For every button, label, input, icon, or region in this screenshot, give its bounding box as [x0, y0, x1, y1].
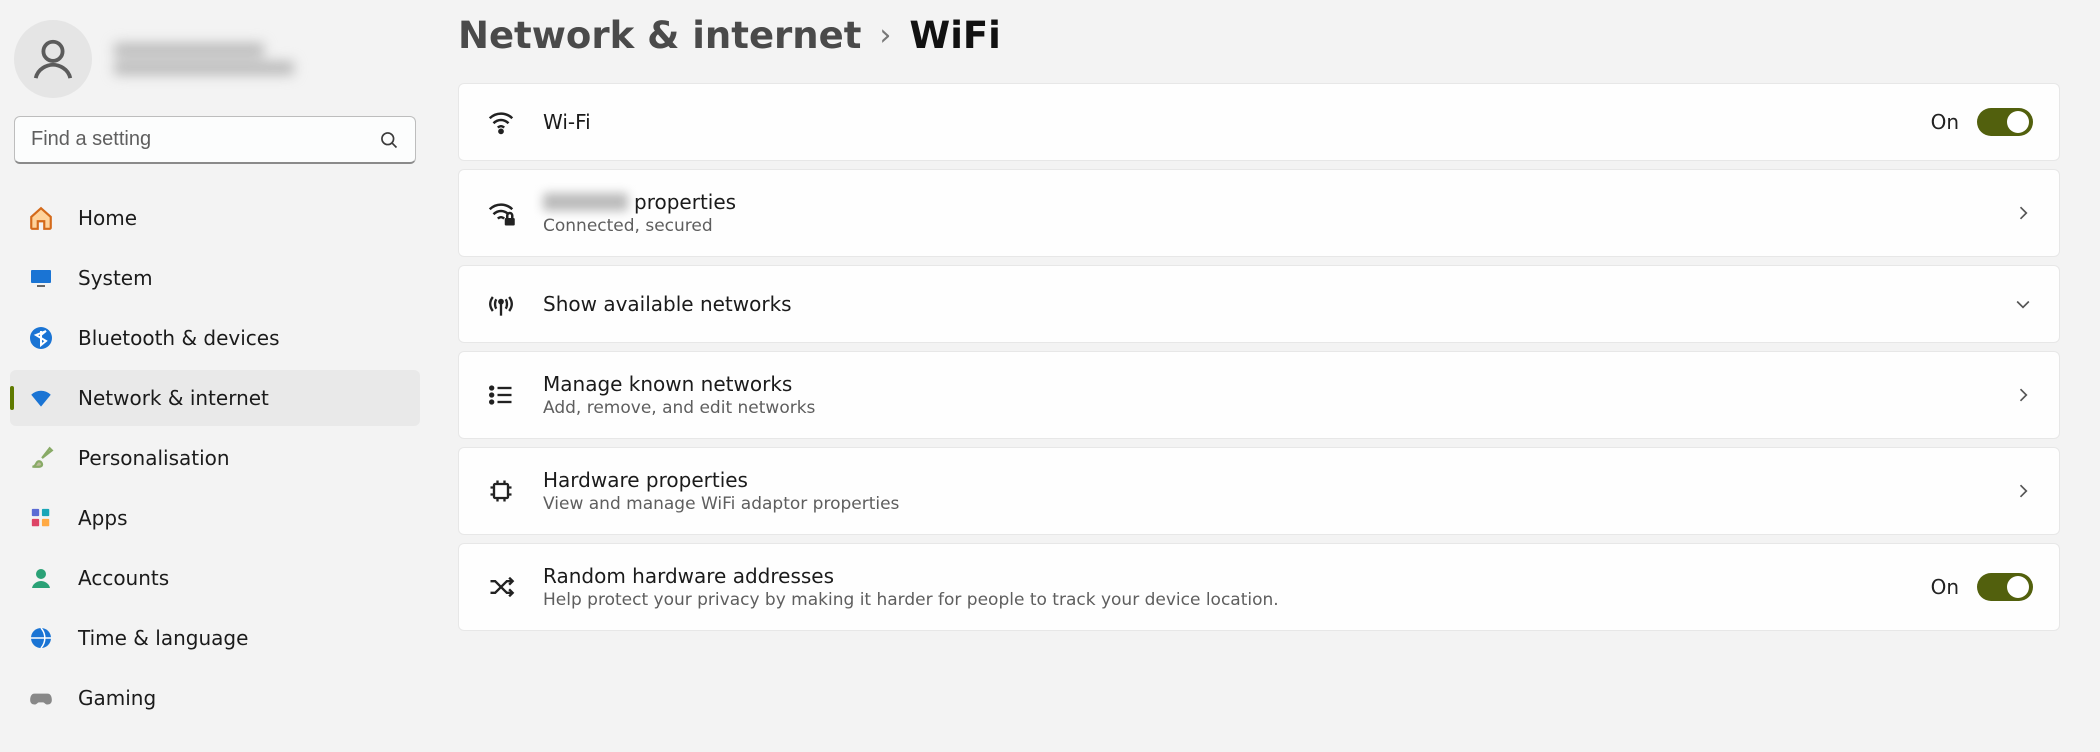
- apps-icon: [28, 505, 54, 531]
- row-hardware-properties[interactable]: Hardware properties View and manage WiFi…: [458, 447, 2060, 535]
- nav-item-network[interactable]: Network & internet: [10, 370, 420, 426]
- row-title: Show available networks: [543, 292, 1987, 316]
- row-subtitle: Help protect your privacy by making it h…: [543, 590, 1905, 610]
- row-subtitle: Connected, secured: [543, 216, 1987, 236]
- nav-item-personalisation[interactable]: Personalisation: [10, 430, 420, 486]
- row-subtitle: View and manage WiFi adaptor properties: [543, 494, 1987, 514]
- chevron-right-icon: [2013, 481, 2033, 501]
- row-wifi-toggle[interactable]: Wi-Fi On: [458, 83, 2060, 161]
- monitor-icon: [28, 265, 54, 291]
- row-title: Random hardware addresses: [543, 564, 1905, 588]
- random-hw-toggle[interactable]: [1977, 573, 2033, 601]
- nav-item-gaming[interactable]: Gaming: [10, 670, 420, 726]
- row-title: Wi-Fi: [543, 110, 1905, 134]
- avatar: [14, 20, 92, 98]
- wifi-lock-icon: [485, 197, 517, 229]
- nav-label: Home: [78, 206, 137, 230]
- nav-label: Gaming: [78, 686, 156, 710]
- globe-clock-icon: [28, 625, 54, 651]
- chip-icon: [485, 475, 517, 507]
- breadcrumb-parent[interactable]: Network & internet: [458, 14, 861, 57]
- gamepad-icon: [28, 685, 54, 711]
- wifi-toggle[interactable]: [1977, 108, 2033, 136]
- nav-item-home[interactable]: Home: [10, 190, 420, 246]
- nav-item-bluetooth[interactable]: Bluetooth & devices: [10, 310, 420, 366]
- chevron-right-icon: [2013, 203, 2033, 223]
- shuffle-icon: [485, 571, 517, 603]
- chevron-right-icon: [2013, 385, 2033, 405]
- row-title: properties: [543, 190, 1987, 214]
- chevron-down-icon: [2013, 294, 2033, 314]
- nav-label: Bluetooth & devices: [78, 326, 280, 350]
- list-icon: [485, 379, 517, 411]
- antenna-icon: [485, 288, 517, 320]
- account-icon: [28, 565, 54, 591]
- breadcrumb-current: WiFi: [909, 14, 1000, 57]
- profile-header[interactable]: [0, 14, 430, 116]
- search-box[interactable]: [14, 116, 416, 164]
- nav-label: Personalisation: [78, 446, 230, 470]
- search-input[interactable]: [31, 128, 369, 151]
- nav-label: Apps: [78, 506, 128, 530]
- nav-label: Time & language: [78, 626, 248, 650]
- sidebar: Home System Bluetooth & devices Network …: [0, 0, 430, 752]
- row-network-properties[interactable]: properties Connected, secured: [458, 169, 2060, 257]
- nav-list: Home System Bluetooth & devices Network …: [0, 184, 430, 726]
- row-random-hw[interactable]: Random hardware addresses Help protect y…: [458, 543, 2060, 631]
- search-icon: [379, 130, 399, 150]
- home-icon: [28, 205, 54, 231]
- row-show-available[interactable]: Show available networks: [458, 265, 2060, 343]
- nav-label: System: [78, 266, 153, 290]
- person-icon: [30, 36, 76, 82]
- breadcrumb: Network & internet › WiFi: [458, 14, 2060, 57]
- wifi-state-label: On: [1931, 110, 1959, 134]
- brush-icon: [28, 445, 54, 471]
- wifi-icon: [485, 106, 517, 138]
- row-subtitle: Add, remove, and edit networks: [543, 398, 1987, 418]
- row-title: Hardware properties: [543, 468, 1987, 492]
- ssid-redacted: [543, 193, 628, 211]
- nav-item-accounts[interactable]: Accounts: [10, 550, 420, 606]
- row-title: Manage known networks: [543, 372, 1987, 396]
- nav-item-system[interactable]: System: [10, 250, 420, 306]
- wifi-icon: [28, 385, 54, 411]
- bluetooth-icon: [28, 325, 54, 351]
- nav-item-time[interactable]: Time & language: [10, 610, 420, 666]
- nav-label: Network & internet: [78, 386, 269, 410]
- nav-label: Accounts: [78, 566, 169, 590]
- row-manage-known[interactable]: Manage known networks Add, remove, and e…: [458, 351, 2060, 439]
- random-state-label: On: [1931, 575, 1959, 599]
- profile-name-redacted: [114, 39, 294, 79]
- chevron-right-icon: ›: [879, 18, 891, 53]
- nav-item-apps[interactable]: Apps: [10, 490, 420, 546]
- main-content: Network & internet › WiFi Wi-Fi On prope…: [430, 0, 2100, 752]
